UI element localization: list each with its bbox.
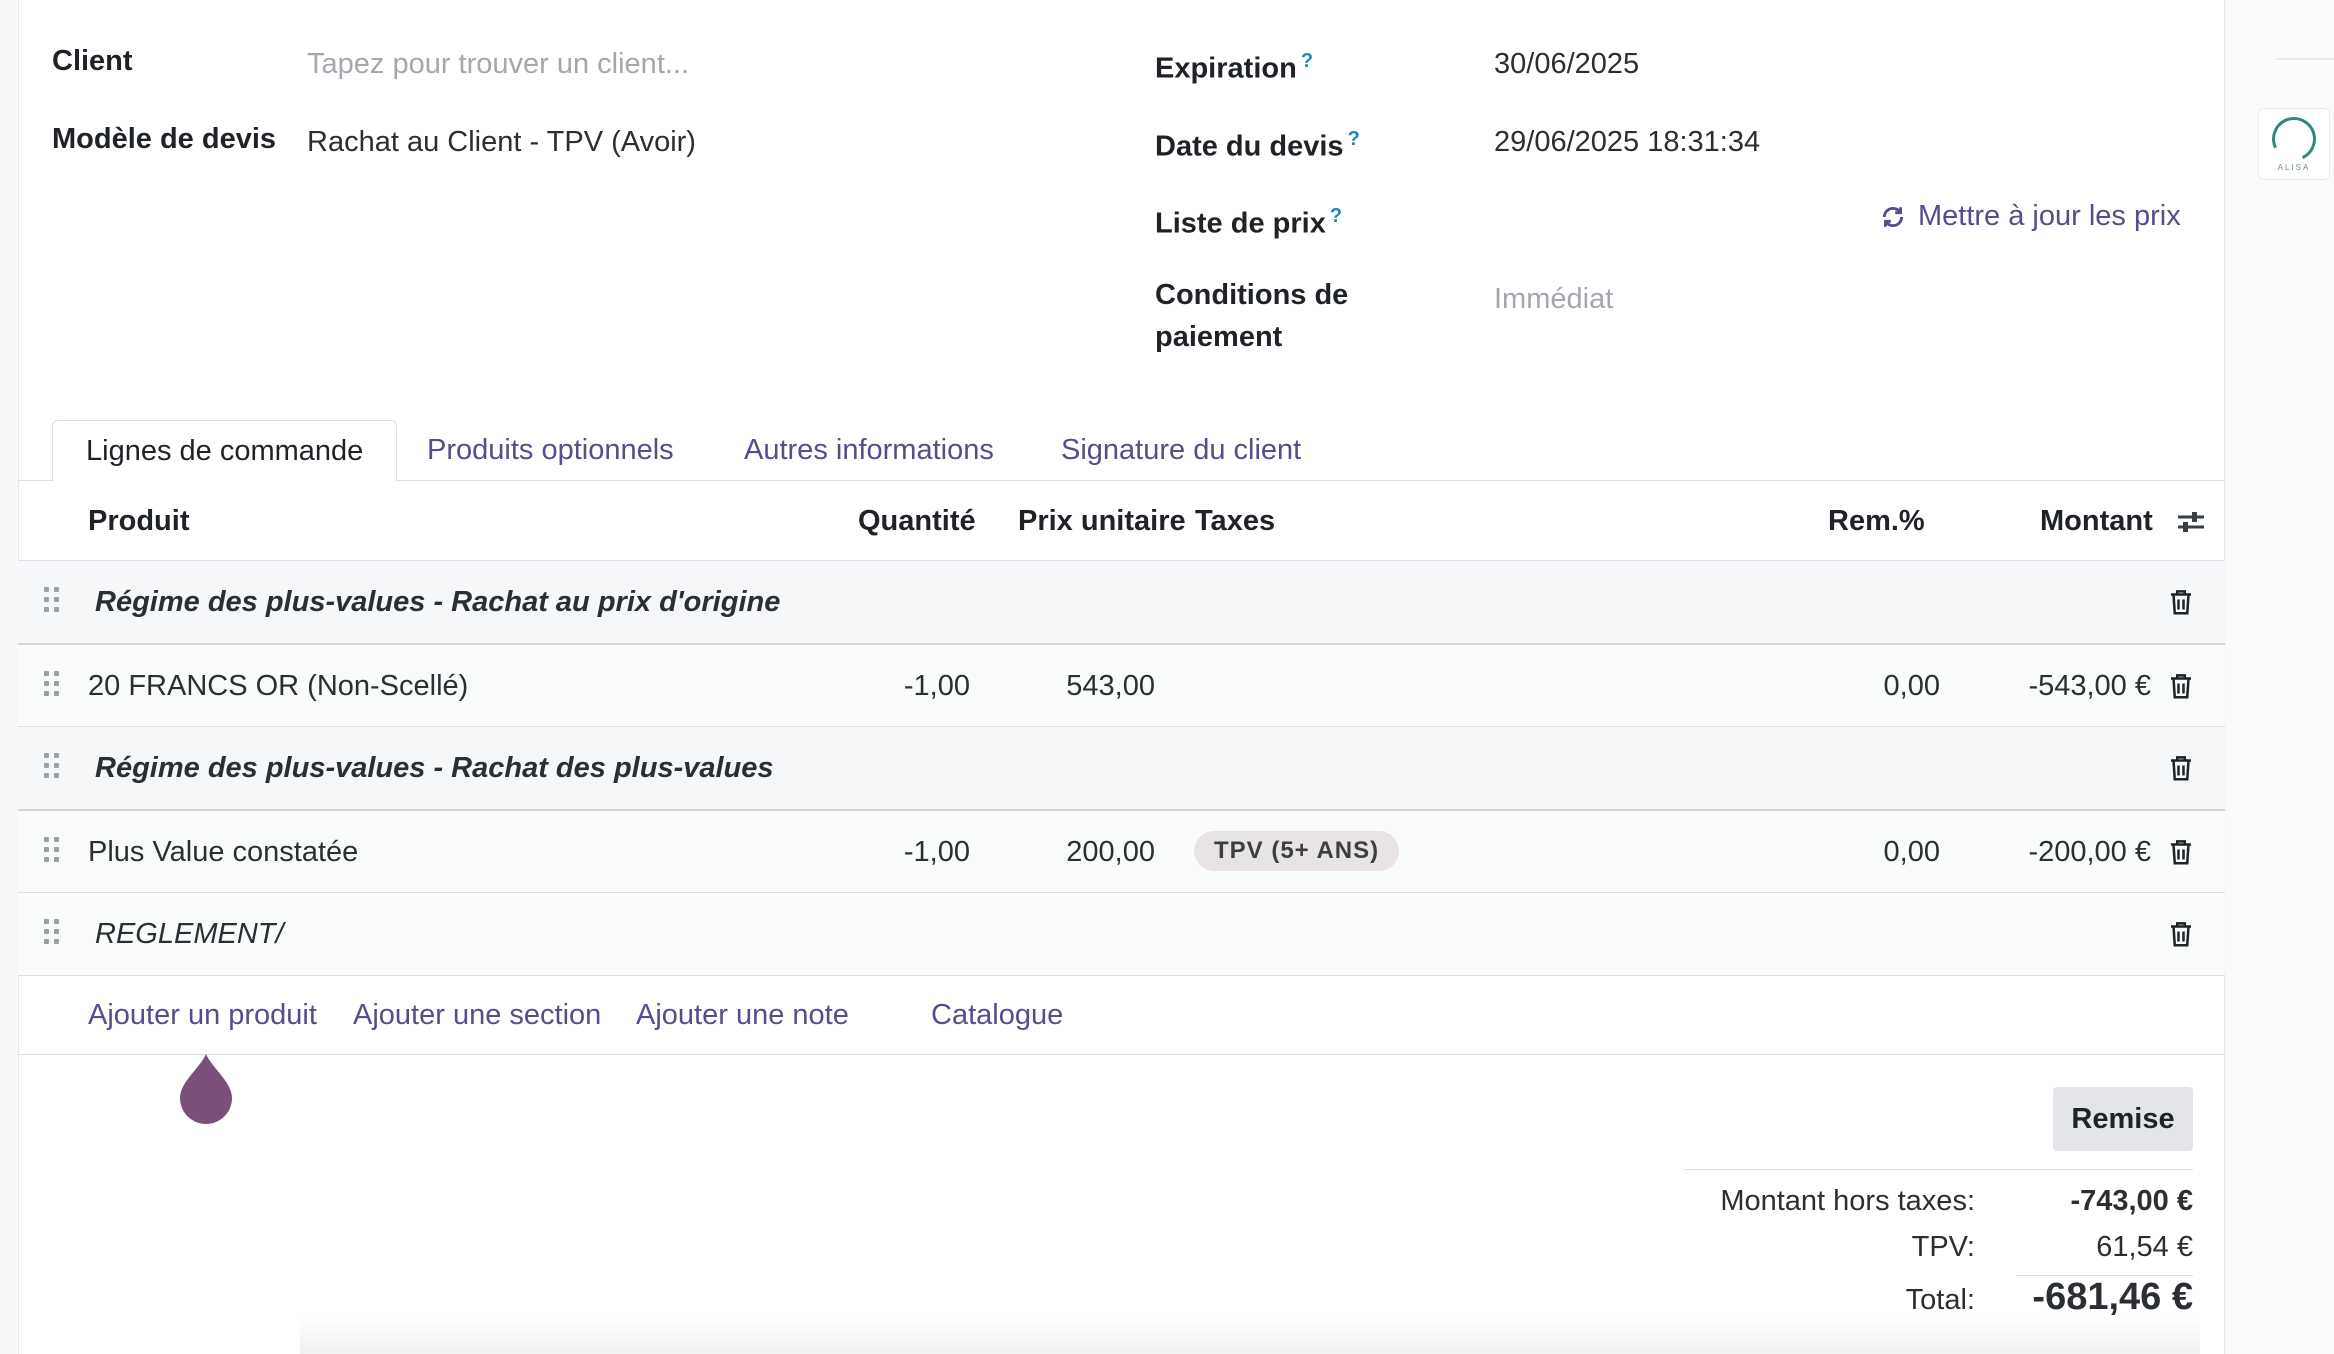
expiration-label: Expiration? [1155, 50, 1314, 85]
discount-button[interactable]: Remise [2053, 1087, 2193, 1151]
drag-handle-icon[interactable] [44, 671, 62, 701]
right-rail: ALISA [2226, 0, 2334, 1354]
drag-handle-icon[interactable] [44, 919, 62, 949]
quote-date-help-icon[interactable]: ? [1348, 128, 1360, 150]
trash-icon[interactable] [2166, 671, 2196, 701]
table-row[interactable]: 20 FRANCS OR (Non-Scellé) -1,00 543,00 0… [18, 645, 2225, 727]
col-amount[interactable]: Montant [2040, 482, 2153, 561]
tab-optional-products[interactable]: Produits optionnels [394, 420, 707, 481]
logo-ring-icon [2265, 110, 2323, 167]
add-lines-bar: Ajouter un produit Ajouter une section A… [18, 976, 2225, 1055]
tax-badge[interactable]: TPV (5+ ANS) [1194, 831, 1400, 871]
tax-label: TPV: [1911, 1231, 1975, 1263]
total-label: Total: [1905, 1284, 1975, 1316]
untaxed-value: -743,00 € [2070, 1185, 2193, 1217]
product-cell[interactable]: Plus Value constatée [88, 811, 358, 893]
table-row-note[interactable]: REGLEMENT/ [18, 893, 2225, 976]
tab-other-info[interactable]: Autres informations [711, 420, 1027, 481]
logo-text: ALISA [2277, 162, 2311, 172]
expiration-help-icon[interactable]: ? [1301, 50, 1313, 72]
trash-icon[interactable] [2166, 837, 2196, 867]
discount-cell[interactable]: 0,00 [1718, 645, 1940, 727]
col-quantity[interactable]: Quantité [858, 482, 976, 561]
rail-divider [2276, 58, 2334, 60]
drag-handle-icon[interactable] [44, 587, 62, 617]
payment-terms-field[interactable]: Immédiat [1494, 283, 1613, 316]
update-prices-button[interactable]: Mettre à jour les prix [1880, 200, 2181, 233]
amount-cell: -200,00 € [2028, 836, 2151, 868]
bottom-fade [300, 1318, 2200, 1354]
refresh-icon [1882, 206, 1904, 227]
sliders-icon[interactable] [2175, 507, 2207, 537]
product-cell[interactable]: 20 FRANCS OR (Non-Scellé) [88, 645, 468, 727]
pricelist-help-icon[interactable]: ? [1330, 205, 1342, 227]
template-field[interactable]: Rachat au Client - TPV (Avoir) [307, 126, 696, 159]
col-unit-price[interactable]: Prix unitaire [1018, 482, 1186, 561]
quote-date-field[interactable]: 29/06/2025 18:31:34 [1494, 126, 1760, 159]
table-row-section[interactable]: Régime des plus-values - Rachat des plus… [18, 727, 2225, 811]
notebook-tabs: Lignes de commande Produits optionnels A… [18, 400, 2225, 482]
col-product[interactable]: Produit [88, 482, 190, 561]
col-taxes[interactable]: Taxes [1195, 482, 1275, 561]
totals-divider [1684, 1169, 2193, 1170]
pointer-drop-icon [180, 1054, 232, 1124]
amount-cell: -543,00 € [2028, 670, 2151, 702]
table-row-section[interactable]: Régime des plus-values - Rachat au prix … [18, 561, 2225, 645]
update-prices-label: Mettre à jour les prix [1918, 200, 2181, 232]
drag-handle-icon[interactable] [44, 837, 62, 867]
table-header: Produit Quantité Prix unitaire Taxes Rem… [18, 482, 2225, 561]
trash-icon[interactable] [2166, 753, 2196, 783]
table-row[interactable]: Plus Value constatée -1,00 200,00 TPV (5… [18, 811, 2225, 893]
tab-customer-signature[interactable]: Signature du client [1028, 420, 1334, 481]
add-note-link[interactable]: Ajouter une note [636, 976, 849, 1055]
client-input[interactable]: Tapez pour trouver un client... [307, 48, 689, 81]
payment-terms-label-2: paiement [1155, 321, 1283, 353]
template-label: Modèle de devis [52, 123, 277, 155]
discount-cell[interactable]: 0,00 [1718, 811, 1940, 893]
add-product-link[interactable]: Ajouter un produit [88, 976, 317, 1055]
note-label[interactable]: REGLEMENT/ [95, 893, 284, 975]
quantity-cell[interactable]: -1,00 [818, 645, 970, 727]
trash-icon[interactable] [2166, 919, 2196, 949]
trash-icon[interactable] [2166, 587, 2196, 617]
col-discount[interactable]: Rem.% [1828, 482, 1925, 561]
pricelist-label: Liste de prix? [1155, 205, 1343, 240]
quantity-cell[interactable]: -1,00 [818, 811, 970, 893]
add-section-link[interactable]: Ajouter une section [353, 976, 601, 1055]
total-value: -681,46 € [2032, 1276, 2193, 1318]
drag-handle-icon[interactable] [44, 753, 62, 783]
section-label[interactable]: Régime des plus-values - Rachat au prix … [95, 561, 780, 643]
catalog-button[interactable]: Catalogue [931, 976, 1063, 1055]
quote-date-label: Date du devis? [1155, 128, 1360, 163]
tab-order-lines[interactable]: Lignes de commande [52, 420, 398, 482]
client-label: Client [52, 45, 133, 77]
tax-value: 61,54 € [2096, 1231, 2193, 1263]
unit-price-cell[interactable]: 200,00 [998, 811, 1155, 893]
untaxed-label: Montant hors taxes: [1720, 1185, 1975, 1217]
expiration-field[interactable]: 30/06/2025 [1494, 48, 1639, 81]
section-label[interactable]: Régime des plus-values - Rachat des plus… [95, 727, 774, 809]
payment-terms-label-1: Conditions de [1155, 279, 1349, 311]
app-logo[interactable]: ALISA [2258, 108, 2330, 180]
unit-price-cell[interactable]: 543,00 [998, 645, 1155, 727]
